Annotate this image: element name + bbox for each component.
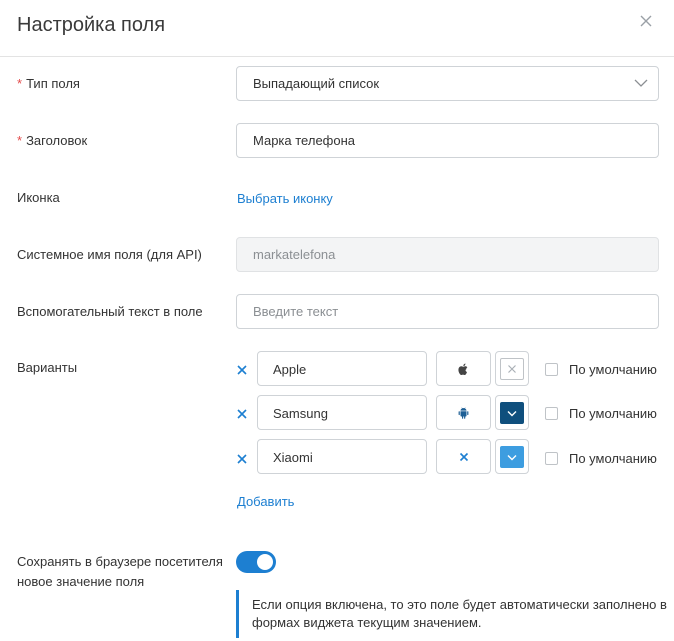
color-swatch: [500, 402, 524, 424]
dialog-title: Настройка поля: [17, 14, 166, 36]
helper-text-placeholder: Введите текст: [253, 304, 339, 319]
color-swatch-empty: [500, 358, 524, 380]
heading-label: * Заголовок: [17, 133, 88, 148]
add-option-link[interactable]: Добавить: [237, 494, 294, 509]
default-label: По умолчанию: [569, 451, 657, 466]
icon-label: Иконка: [17, 190, 60, 205]
choose-icon-link[interactable]: Выбрать иконку: [237, 191, 333, 206]
checkbox-box[interactable]: [545, 363, 558, 376]
option-value: Samsung: [273, 406, 328, 421]
helper-text-input[interactable]: Введите текст: [236, 294, 659, 329]
default-checkbox[interactable]: По умолчанию: [545, 406, 670, 422]
option-icon-picker[interactable]: [436, 395, 491, 430]
close-icon: [459, 452, 468, 461]
option-color-picker[interactable]: [495, 351, 529, 386]
heading-input[interactable]: Марка телефона: [236, 123, 659, 158]
field-type-label: * Тип поля: [17, 76, 80, 91]
option-color-picker[interactable]: [495, 439, 529, 474]
remove-option-icon[interactable]: [236, 453, 248, 465]
heading-value: Марка телефона: [253, 133, 356, 148]
system-name-value: markatelefona: [253, 247, 336, 262]
save-in-browser-toggle[interactable]: [236, 551, 276, 573]
option-value: Apple: [273, 362, 307, 377]
checkbox-box[interactable]: [545, 452, 558, 465]
option-icon-picker[interactable]: [436, 351, 491, 386]
option-icon-picker[interactable]: [436, 439, 491, 474]
default-checkbox[interactable]: По умолчанию: [545, 362, 670, 378]
chevron-down-icon: [634, 79, 648, 87]
field-type-value: Выпадающий список: [253, 76, 380, 91]
required-marker: *: [17, 133, 23, 148]
color-swatch: [500, 446, 524, 468]
remove-option-icon[interactable]: [236, 364, 248, 376]
save-in-browser-label: Сохранять в браузере посетителя новое зн…: [17, 554, 223, 589]
option-value: Xiaomi: [273, 450, 313, 465]
info-note: Если опция включена, то это поле будет а…: [236, 590, 674, 638]
default-label: По умолчанию: [569, 406, 657, 421]
checkbox-box[interactable]: [545, 407, 558, 420]
close-icon[interactable]: [638, 13, 654, 29]
variants-label: Варианты: [17, 360, 78, 375]
toggle-knob: [257, 554, 273, 570]
close-icon: [508, 365, 516, 373]
field-type-select[interactable]: Выпадающий список: [236, 66, 659, 101]
default-label: По умолчанию: [569, 362, 657, 377]
option-color-picker[interactable]: [495, 395, 529, 430]
default-checkbox[interactable]: По умолчанию: [545, 451, 670, 467]
android-icon: [458, 406, 469, 419]
system-name-input: markatelefona: [236, 237, 659, 272]
apple-icon: [458, 363, 468, 375]
system-name-label: Системное имя поля (для API): [17, 247, 202, 262]
chevron-down-icon: [507, 410, 517, 416]
dialog-header: Настройка поля: [0, 0, 674, 57]
option-input[interactable]: Xiaomi: [257, 439, 427, 474]
option-input[interactable]: Apple: [257, 351, 427, 386]
option-input[interactable]: Samsung: [257, 395, 427, 430]
remove-option-icon[interactable]: [236, 408, 248, 420]
helper-text-label: Вспомогательный текст в поле: [17, 304, 203, 319]
required-marker: *: [17, 76, 23, 91]
chevron-down-icon: [507, 454, 517, 460]
